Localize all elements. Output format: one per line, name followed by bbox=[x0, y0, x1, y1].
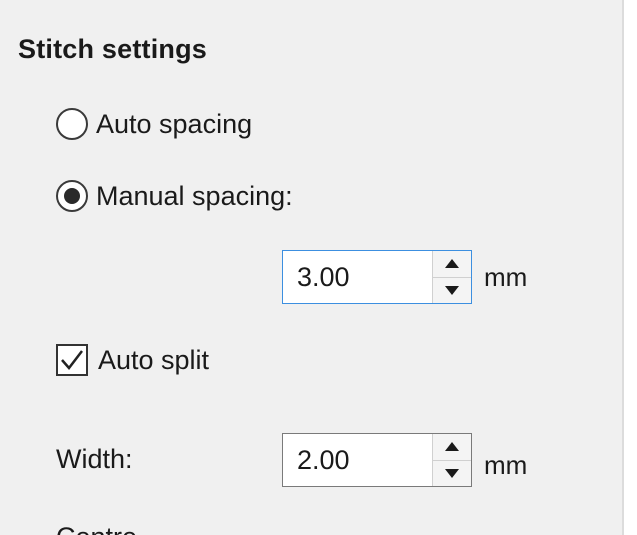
width-unit-label: mm bbox=[484, 450, 528, 480]
auto-split-option[interactable]: Auto split bbox=[56, 344, 209, 376]
auto-spacing-label: Auto spacing bbox=[96, 108, 253, 139]
radio-selected-dot bbox=[64, 188, 80, 204]
chevron-up-icon bbox=[445, 442, 459, 452]
auto-split-label: Auto split bbox=[98, 344, 210, 375]
section-title: Stitch settings bbox=[18, 34, 208, 64]
spacing-unit-label: mm bbox=[484, 262, 528, 292]
manual-spacing-label: Manual spacing: bbox=[96, 180, 293, 211]
manual-spacing-option[interactable]: Manual spacing: bbox=[56, 180, 293, 212]
auto-spacing-radio[interactable] bbox=[56, 108, 88, 140]
manual-spacing-radio[interactable] bbox=[56, 180, 88, 212]
spacing-spinbox[interactable]: 3.00 bbox=[282, 250, 472, 304]
width-spin-arrows bbox=[432, 434, 471, 486]
stitch-settings-panel: Stitch settings Auto spacing Manual spac… bbox=[0, 0, 624, 535]
spacing-value-input[interactable]: 3.00 bbox=[283, 251, 432, 303]
spacing-increment-button[interactable] bbox=[433, 251, 471, 277]
chevron-down-icon bbox=[445, 468, 459, 478]
width-increment-button[interactable] bbox=[433, 434, 471, 460]
spacing-decrement-button[interactable] bbox=[433, 276, 471, 303]
width-value-input[interactable]: 2.00 bbox=[283, 434, 432, 486]
width-decrement-button[interactable] bbox=[433, 459, 471, 486]
next-option-label-partial: Centre bbox=[56, 522, 137, 535]
width-spinbox[interactable]: 2.00 bbox=[282, 433, 472, 487]
spacing-spin-arrows bbox=[432, 251, 471, 303]
auto-spacing-option[interactable]: Auto spacing bbox=[56, 108, 252, 140]
auto-split-checkbox[interactable] bbox=[56, 344, 88, 376]
chevron-up-icon bbox=[445, 259, 459, 269]
chevron-down-icon bbox=[445, 285, 459, 295]
width-label: Width: bbox=[56, 444, 133, 474]
checkmark-icon bbox=[61, 350, 83, 370]
